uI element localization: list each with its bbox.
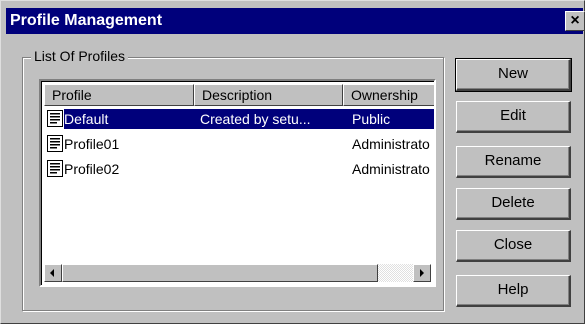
profile-document-icon	[47, 135, 63, 152]
horizontal-scrollbar[interactable]	[44, 264, 431, 282]
arrow-left-icon	[50, 269, 54, 277]
column-header-profile[interactable]: Profile	[44, 84, 194, 106]
arrow-right-icon	[420, 269, 424, 277]
column-header-ownership[interactable]: Ownership	[343, 84, 434, 106]
table-row[interactable]: Default Created by setu... Public	[44, 108, 434, 130]
new-button[interactable]: New	[455, 58, 572, 92]
column-header-description[interactable]: Description	[194, 84, 343, 106]
cell-description: Created by setu...	[191, 109, 346, 129]
cell-ownership: Administrato	[352, 161, 430, 177]
title-bar[interactable]: Profile Management ×	[6, 8, 585, 34]
cell-profile: Profile02	[64, 161, 120, 177]
cell-profile: Default	[64, 109, 191, 129]
profile-document-icon	[47, 160, 63, 177]
window-title: Profile Management	[10, 12, 163, 29]
groupbox-label: List Of Profiles	[31, 47, 129, 65]
scroll-thumb[interactable]	[62, 264, 378, 282]
table-row[interactable]: Profile01 Administrato	[44, 133, 434, 155]
help-button[interactable]: Help	[456, 275, 571, 307]
rename-button[interactable]: Rename	[456, 146, 571, 178]
close-icon[interactable]: ×	[565, 11, 585, 31]
cell-description	[191, 159, 346, 179]
close-button[interactable]: Close	[456, 230, 571, 262]
scroll-left-button[interactable]	[44, 264, 62, 282]
table-row[interactable]: Profile02 Administrato	[44, 158, 434, 180]
profile-document-icon	[47, 110, 63, 127]
delete-button[interactable]: Delete	[456, 188, 571, 220]
cell-ownership: Administrato	[352, 136, 430, 152]
profile-list[interactable]: Profile Description Ownership Default Cr…	[39, 79, 436, 287]
cell-description	[191, 134, 346, 154]
list-header: Profile Description Ownership	[44, 84, 434, 106]
scroll-right-button[interactable]	[413, 264, 431, 282]
cell-ownership: Public	[346, 109, 434, 129]
cell-profile: Profile01	[64, 136, 120, 152]
edit-button[interactable]: Edit	[456, 101, 571, 133]
profile-management-dialog: Profile Management × List Of Profiles Pr…	[0, 0, 585, 324]
